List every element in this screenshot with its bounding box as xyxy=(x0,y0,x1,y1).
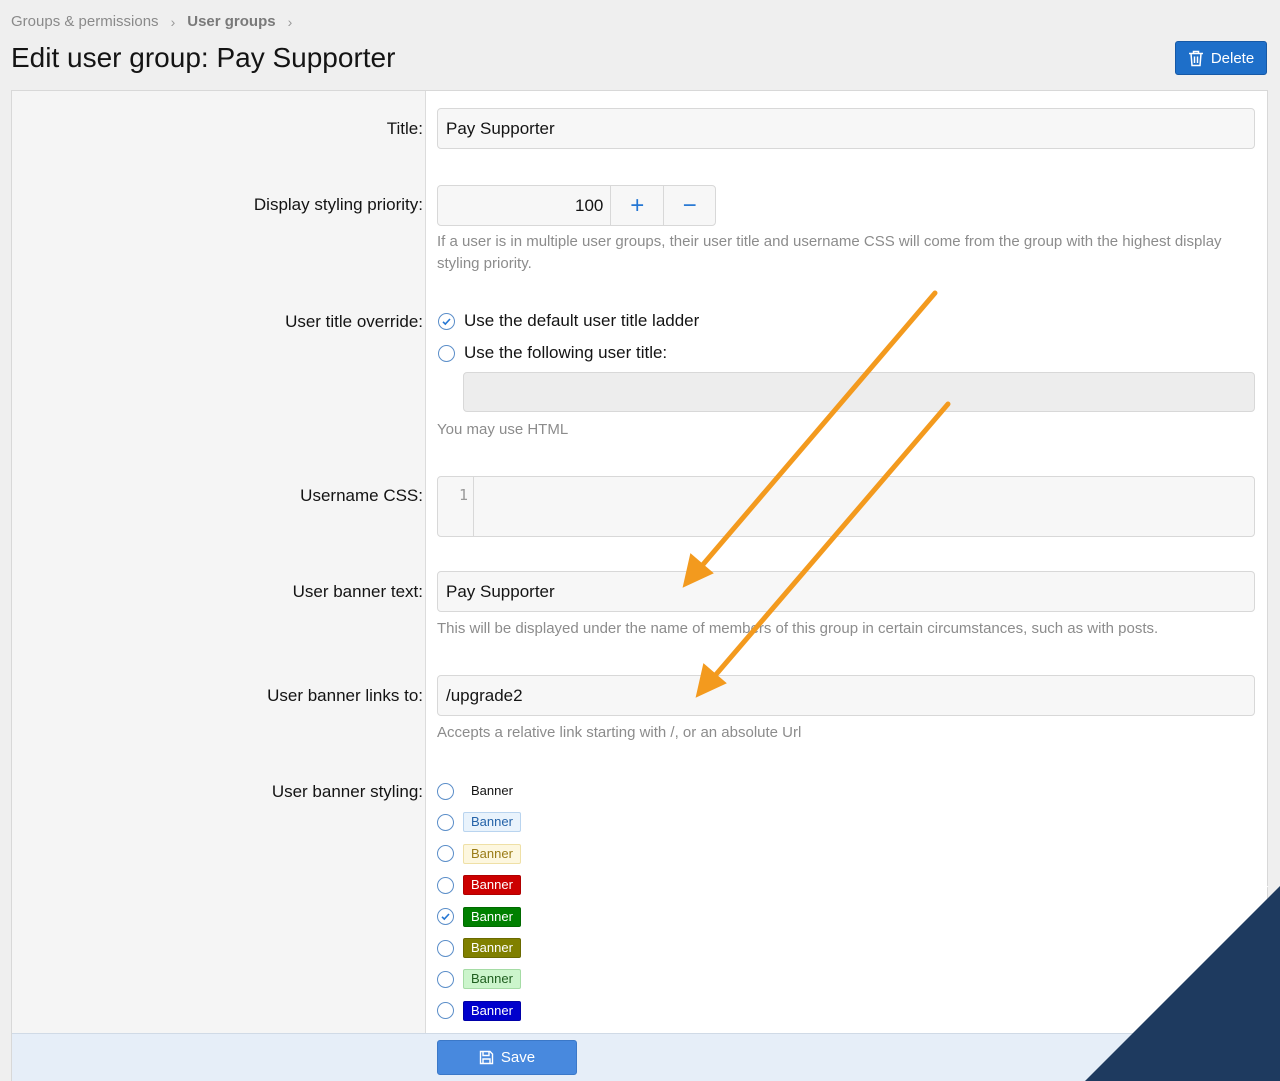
delete-button[interactable]: Delete xyxy=(1175,41,1267,75)
username-css-editor[interactable]: 1 xyxy=(437,476,1255,537)
banner-style-option[interactable]: Banner xyxy=(437,969,521,990)
custom-user-title-input[interactable] xyxy=(463,372,1255,412)
edit-user-group-form: Title: Pay Supporter Display styling pri… xyxy=(11,90,1268,1081)
radio-unchecked-icon[interactable] xyxy=(437,813,454,831)
title-label: Title: xyxy=(386,119,423,138)
user-title-custom-label: Use the following user title: xyxy=(464,343,668,362)
priority-decrement-button[interactable]: − xyxy=(663,186,715,225)
username-css-label: Username CSS: xyxy=(300,486,423,505)
priority-explain-line-2: styling priority. xyxy=(437,255,532,272)
banner-style-option[interactable]: Banner xyxy=(437,1000,521,1021)
user-banner-text-label: User banner text: xyxy=(292,582,423,601)
radio-unchecked-icon[interactable] xyxy=(437,782,454,800)
user-banner-text-input[interactable]: Pay Supporter xyxy=(437,571,1255,612)
form-submit-row: Save xyxy=(12,1033,1267,1081)
user-title-default-option[interactable]: Use the default user title ladder xyxy=(438,311,699,331)
user-banner-link-explain: Accepts a relative link starting with /,… xyxy=(437,724,802,741)
banner-preview-chip: Banner xyxy=(463,906,521,927)
user-banner-text-explain: This will be displayed under the name of… xyxy=(437,620,1159,637)
save-button[interactable]: Save xyxy=(437,1040,577,1075)
user-title-default-label: Use the default user title ladder xyxy=(464,311,700,330)
priority-increment-button[interactable]: + xyxy=(611,186,663,225)
radio-unchecked-icon[interactable] xyxy=(437,876,454,894)
form-label-column xyxy=(12,91,426,1033)
banner-preview-chip: Banner xyxy=(463,843,521,864)
radio-unchecked-icon[interactable] xyxy=(438,344,455,362)
delete-button-label: Delete xyxy=(1210,49,1255,67)
breadcrumb-separator-icon: › xyxy=(287,13,293,30)
display-styling-priority-label: Display styling priority: xyxy=(253,195,423,214)
radio-unchecked-icon[interactable] xyxy=(437,970,454,988)
trash-icon xyxy=(1188,50,1203,66)
page-title: Edit user group: Pay Supporter xyxy=(11,42,396,73)
banner-preview-chip: Banner xyxy=(463,969,521,990)
priority-value-input[interactable]: 100 xyxy=(438,186,612,225)
banner-preview-chip: Banner xyxy=(463,1000,521,1021)
user-banner-link-input[interactable]: /upgrade2 xyxy=(437,675,1255,716)
radio-unchecked-icon[interactable] xyxy=(437,845,454,863)
radio-checked-icon[interactable] xyxy=(438,312,455,330)
banner-preview-chip: Banner xyxy=(463,812,521,833)
line-number-gutter: 1 xyxy=(438,477,474,536)
site-watermark: XenVn.Com xyxy=(1085,886,1280,1081)
banner-style-option[interactable]: Banner xyxy=(437,843,521,864)
user-title-custom-option[interactable]: Use the following user title: xyxy=(438,343,667,363)
user-banner-links-label: User banner links to: xyxy=(267,686,423,705)
radio-unchecked-icon[interactable] xyxy=(437,939,454,957)
save-button-label: Save xyxy=(500,1049,536,1066)
banner-style-option[interactable]: Banner xyxy=(437,938,521,958)
breadcrumb-user-groups[interactable]: User groups xyxy=(187,13,275,30)
title-input[interactable]: Pay Supporter xyxy=(437,108,1255,149)
breadcrumb-groups-permissions[interactable]: Groups & permissions xyxy=(11,13,159,30)
floppy-disk-icon xyxy=(479,1050,494,1065)
banner-style-option[interactable]: Banner xyxy=(437,875,521,896)
radio-unchecked-icon[interactable] xyxy=(437,1002,454,1020)
breadcrumb: Groups & permissions › User groups › xyxy=(11,13,304,30)
banner-preview-chip: Banner xyxy=(463,875,521,896)
priority-explain-line-1: If a user is in multiple user groups, th… xyxy=(437,233,1222,250)
banner-preview-chip: Banner xyxy=(463,781,521,801)
banner-style-option[interactable]: Banner xyxy=(437,781,521,801)
username-css-code[interactable] xyxy=(474,477,1254,536)
banner-style-option[interactable]: Banner xyxy=(437,812,521,833)
priority-explain: If a user is in multiple user groups, th… xyxy=(437,231,1255,275)
radio-checked-icon[interactable] xyxy=(437,908,454,926)
display-styling-priority-stepper: 100 + − xyxy=(437,185,716,226)
banner-style-option[interactable]: Banner xyxy=(437,906,521,927)
user-banner-styling-label: User banner styling: xyxy=(271,782,423,801)
banner-preview-chip: Banner xyxy=(463,938,521,958)
user-title-override-label: User title override: xyxy=(285,312,423,331)
user-title-explain: You may use HTML xyxy=(437,421,569,438)
breadcrumb-separator-icon: › xyxy=(170,13,176,30)
